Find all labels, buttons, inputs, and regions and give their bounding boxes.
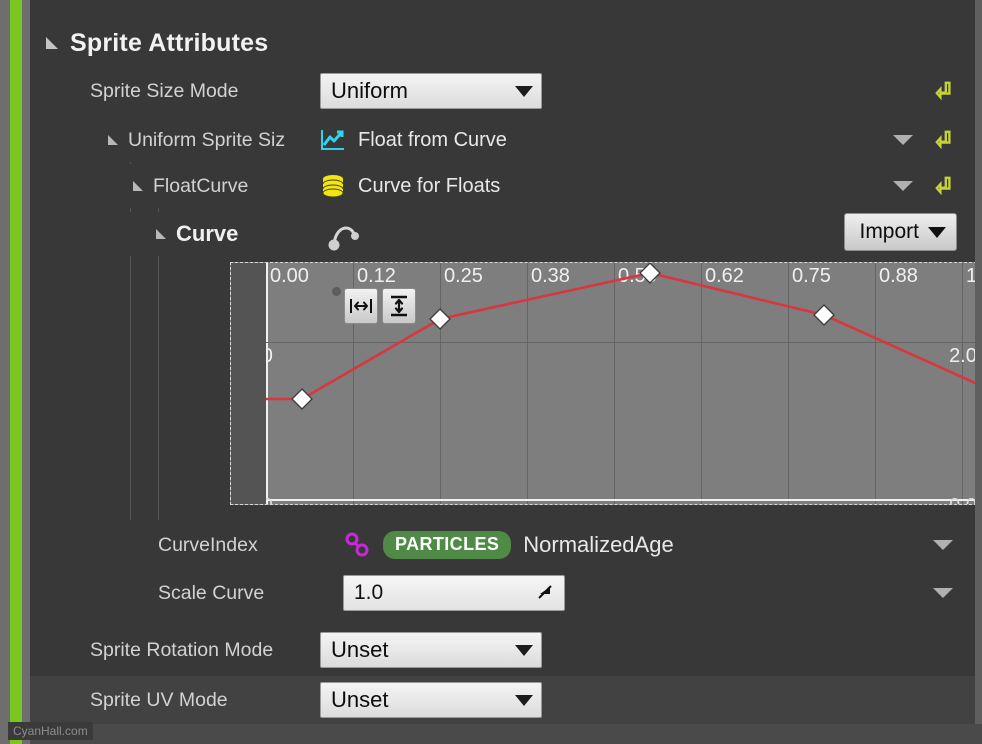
reset-uniform-sprite-size-button[interactable] (935, 129, 953, 149)
sprite-size-mode-value: Uniform (331, 78, 409, 103)
import-button-label: Import (859, 220, 919, 243)
chevron-down-icon[interactable] (933, 540, 953, 550)
label-uniform-sprite-size: Uniform Sprite Siz (128, 128, 286, 151)
drag-resize-icon[interactable] (536, 583, 556, 603)
row-curve-index: CurveIndex PARTICLES NormalizedAge (30, 522, 975, 568)
unreal-details-panel: Sprite Attributes Sprite Size Mode Unifo… (0, 0, 982, 744)
link-nodes-icon (343, 531, 375, 559)
curve-key-point (813, 304, 835, 326)
curve-editor[interactable]: 0.00 0.12 0.25 0.38 0.50 0.62 0.75 0.88 … (230, 262, 982, 505)
page-title: Sprite Attributes (70, 28, 269, 57)
label-sprite-size-mode: Sprite Size Mode (90, 79, 239, 102)
label-curve: Curve (176, 221, 239, 246)
row-sprite-size-mode: Sprite Size Mode Uniform (30, 68, 975, 114)
uniform-sprite-size-value: Float from Curve (358, 128, 507, 151)
revert-icon (935, 176, 951, 195)
left-rail-gap (22, 0, 30, 744)
footer-strip (30, 724, 982, 744)
import-button[interactable]: Import (844, 213, 957, 251)
curve-key-point (429, 308, 451, 330)
chevron-down-icon (515, 85, 533, 97)
scale-curve-input[interactable]: 1.0 (343, 575, 565, 611)
section-header-sprite-attributes[interactable]: Sprite Attributes (30, 20, 975, 66)
curve-key-point (639, 263, 661, 284)
curve-key-point (291, 388, 313, 410)
triangle-down-icon[interactable] (133, 181, 143, 191)
watermark: CyanHall.com (8, 722, 93, 740)
chevron-down-icon[interactable] (893, 135, 913, 145)
sprite-uv-mode-value: Unset (331, 687, 389, 712)
database-stack-icon (320, 173, 348, 199)
left-accent-bar (10, 0, 22, 744)
chevron-down-icon[interactable] (893, 181, 913, 191)
row-sprite-uv-mode: Sprite UV Mode Unset (30, 676, 975, 724)
curve-editor-gutter (231, 263, 266, 504)
triangle-down-icon[interactable] (108, 135, 118, 145)
row-curve: Curve (30, 212, 975, 256)
reset-sprite-size-mode-button[interactable] (935, 80, 953, 100)
curve-line-series (266, 263, 982, 410)
reset-float-curve-button[interactable] (935, 175, 953, 195)
label-sprite-uv-mode: Sprite UV Mode (90, 688, 228, 711)
chevron-down-icon (515, 644, 533, 656)
bezier-curve-icon (326, 220, 360, 252)
sprite-rotation-mode-dropdown[interactable]: Unset (320, 632, 542, 668)
revert-icon (935, 81, 951, 100)
row-scale-curve: Scale Curve 1.0 (30, 570, 975, 616)
sprite-rotation-mode-value: Unset (331, 637, 389, 662)
details-panel: Sprite Attributes Sprite Size Mode Unifo… (30, 0, 982, 744)
triangle-down-icon[interactable] (46, 37, 58, 49)
curve-index-value: NormalizedAge (523, 532, 674, 557)
chevron-down-icon (515, 694, 533, 706)
label-float-curve: FloatCurve (153, 174, 249, 197)
label-curve-index: CurveIndex (158, 533, 258, 556)
float-curve-value: Curve for Floats (358, 174, 501, 197)
row-uniform-sprite-size: Uniform Sprite Siz Float from Curve (30, 118, 975, 162)
panel-scrollbar[interactable] (975, 0, 982, 744)
curve-editor-plot[interactable]: 0.00 0.12 0.25 0.38 0.50 0.62 0.75 0.88 … (266, 263, 982, 504)
row-sprite-rotation-mode: Sprite Rotation Mode Unset (30, 626, 975, 674)
scale-curve-value: 1.0 (354, 581, 384, 604)
label-sprite-rotation-mode: Sprite Rotation Mode (90, 638, 274, 661)
left-rail-outer (0, 0, 10, 744)
sprite-uv-mode-dropdown[interactable]: Unset (320, 682, 542, 718)
chevron-down-icon (928, 226, 946, 238)
line-chart-icon (320, 128, 348, 152)
label-scale-curve: Scale Curve (158, 581, 265, 604)
triangle-down-icon[interactable] (156, 229, 166, 239)
status-badge-particles: PARTICLES (383, 531, 512, 559)
chevron-down-icon[interactable] (933, 588, 953, 598)
sprite-size-mode-dropdown[interactable]: Uniform (320, 73, 542, 109)
row-float-curve: FloatCurve Curve for Floats (30, 164, 975, 208)
revert-icon (935, 130, 951, 149)
